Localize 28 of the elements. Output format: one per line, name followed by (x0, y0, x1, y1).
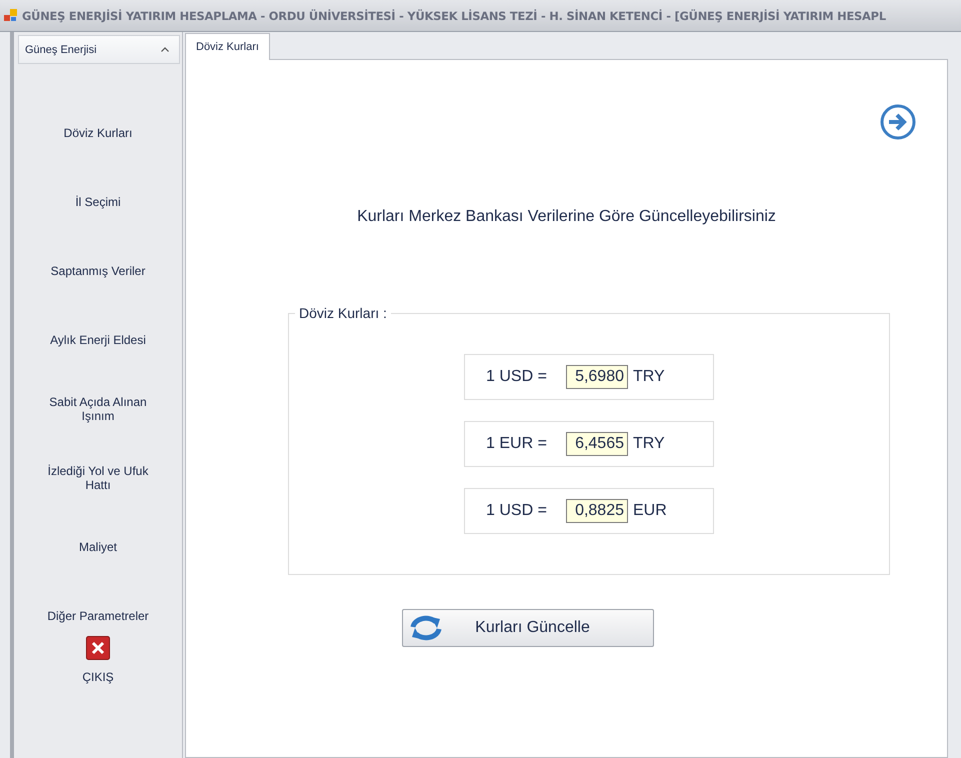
close-icon[interactable] (86, 636, 110, 660)
currency-label: TRY (633, 368, 665, 386)
sidebar-item[interactable]: Sabit Açıda Alınan Işınım (42, 374, 154, 443)
refresh-icon (408, 615, 442, 641)
sidebar-item[interactable]: Maliyet (42, 512, 154, 581)
currency-label: EUR (633, 502, 667, 520)
rate-field[interactable]: 5,6980 (566, 365, 628, 389)
rate-label: 1 USD = (486, 368, 548, 386)
tab[interactable]: Döviz Kurları (185, 33, 270, 60)
app-icon (4, 9, 17, 22)
sidebar-item[interactable]: İl Seçimi (42, 167, 154, 236)
rate-field[interactable]: 0,8825 (566, 499, 628, 523)
sidebar-item[interactable]: Döviz Kurları (42, 98, 154, 167)
rate-label: 1 USD = (486, 502, 548, 520)
sidebar-item[interactable]: İzlediği Yol ve Ufuk Hattı (42, 443, 154, 512)
rate-field[interactable]: 6,4565 (566, 432, 628, 456)
sidebar-item[interactable]: Aylık Enerji Eldesi (42, 305, 154, 374)
sidebar-group-header[interactable]: Güneş Enerjisi (18, 35, 180, 64)
sidebar-item[interactable]: Diğer Parametreler (42, 581, 154, 650)
sidebar-item[interactable]: Saptanmış Veriler (42, 236, 154, 305)
currency-label: TRY (633, 435, 665, 453)
chevron-up-icon (161, 47, 169, 52)
group-title: Döviz Kurları : (295, 305, 391, 321)
window-title: GÜNEŞ ENERJİSİ YATIRIM HESAPLAMA - ORDU ÜNİVERSİTESİ - YÜKSEK LİSANS TEZİ - H. SİNAN KETENCİ - [GÜNEŞ ENERJİSİ YATIRIM HESAPL (22, 8, 886, 22)
rate-label: 1 EUR = (486, 435, 548, 453)
heading: Kurları Merkez Bankası Verilerine Göre Güncelleyebilirsiniz (357, 208, 776, 226)
update-button[interactable]: Kurları Güncelle (402, 609, 654, 647)
exit-label[interactable]: ÇIKIŞ (82, 670, 114, 684)
